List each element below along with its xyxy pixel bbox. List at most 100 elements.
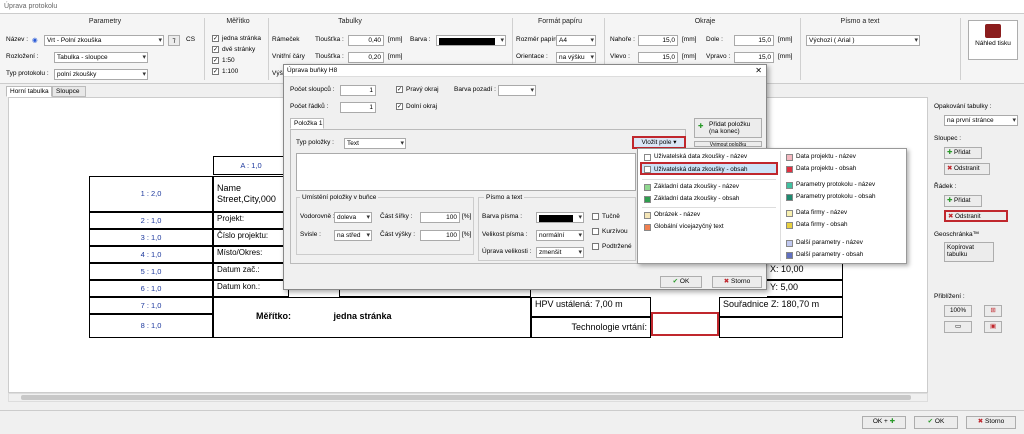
- barva-pisma-select[interactable]: [536, 212, 584, 223]
- pct-unit: [%]: [462, 213, 472, 220]
- ok-button[interactable]: ✔ OK: [914, 416, 958, 429]
- x-cell[interactable]: X: 10,00: [767, 262, 843, 280]
- tab-sloupce[interactable]: Sloupce: [52, 86, 86, 97]
- y-cell[interactable]: Y: 5,00: [767, 280, 843, 297]
- checkbox-dve-stranky[interactable]: ✓: [212, 46, 219, 53]
- zoom-100-button[interactable]: 100%: [944, 305, 972, 317]
- dialog-ok-button[interactable]: ✔ OK: [660, 276, 702, 288]
- menu-item-zakl-nazev[interactable]: Základní data zkoušky - název: [642, 183, 739, 191]
- typ-polozky-select[interactable]: Text: [344, 138, 406, 149]
- rozlozeni-select[interactable]: Tabulka - sloupce: [54, 52, 148, 63]
- row-header[interactable]: 5 : 1,0: [89, 263, 213, 280]
- tab-horni-tabulka[interactable]: Horní tabulka: [6, 86, 52, 97]
- pravy-okraj-checkbox[interactable]: ✓: [396, 86, 403, 93]
- tucne-checkbox[interactable]: [592, 213, 599, 220]
- opakovani-select[interactable]: na první stránce: [944, 115, 1018, 126]
- vodorovne-select[interactable]: doleva: [334, 212, 372, 223]
- h8-cell-highlighted[interactable]: [651, 312, 719, 336]
- vlevo-input[interactable]: 15,0: [638, 52, 678, 63]
- souradnice-cell[interactable]: Souřadnice Z: 180,70 m: [719, 297, 843, 317]
- typ-polozky-label: Typ položky :: [296, 139, 334, 146]
- datum-zac-cell[interactable]: Datum zač.:: [213, 263, 289, 280]
- checkbox-1-50[interactable]: ✓: [212, 57, 219, 64]
- pismo-select[interactable]: Výchozí ( Arial ): [806, 35, 920, 46]
- menu-item-proj-nazev[interactable]: Data projektu - název: [784, 153, 856, 161]
- menu-item-obrazek[interactable]: Obrázek - název: [642, 211, 700, 219]
- remove-row-button[interactable]: ✖ Odstranit: [944, 210, 1008, 222]
- pocet-radku-input[interactable]: 1: [340, 102, 376, 113]
- kurzivou-checkbox[interactable]: [592, 228, 599, 235]
- velikost-select[interactable]: normální: [536, 230, 584, 241]
- close-icon[interactable]: ✕: [755, 66, 762, 75]
- menu-item-param-nazev[interactable]: Parametry protokolu - název: [784, 181, 875, 189]
- copy-table-button[interactable]: Kopírovat tabulku: [944, 242, 994, 262]
- nazev-select[interactable]: Vrt - Polní zkouška: [44, 35, 164, 46]
- checkbox-jedna-stranka[interactable]: ✓: [212, 35, 219, 42]
- barva-pozadi-select[interactable]: [498, 85, 536, 96]
- zoom-fit-icon[interactable]: ⊞: [984, 305, 1002, 317]
- checkbox-1-100[interactable]: ✓: [212, 68, 219, 75]
- typ-protokolu-select[interactable]: polní zkoušky: [54, 69, 148, 80]
- pocet-sloupcu-input[interactable]: 1: [340, 85, 376, 96]
- ok-plus-button[interactable]: OK + ✚: [862, 416, 906, 429]
- cast-sirky-input[interactable]: 100: [420, 212, 460, 223]
- add-row-button[interactable]: ✚ Přidat: [944, 195, 982, 207]
- menu-item-uziv-obsah[interactable]: Uživatelská data zkoušky - obsah: [640, 162, 778, 175]
- svisle-select[interactable]: na střed: [334, 230, 372, 241]
- datum-kon-cell[interactable]: Datum kon.:: [213, 280, 289, 297]
- dialog-storno-button[interactable]: ✖ Storno: [712, 276, 762, 288]
- vnitrni-tloustka-input[interactable]: 0,20: [348, 52, 384, 63]
- misto-cell[interactable]: Místo/Okres:: [213, 246, 289, 263]
- menu-item-dalsi-nazev[interactable]: Další parametry - název: [784, 239, 863, 247]
- name-cell[interactable]: Name Street,City,000: [213, 176, 289, 212]
- globe-icon[interactable]: ◉: [32, 36, 38, 44]
- vyjmout-polozku-button[interactable]: Vyjmout položku: [694, 141, 762, 147]
- row-header[interactable]: 1 : 2,0: [89, 176, 213, 212]
- uprava-select[interactable]: zmenšit: [536, 247, 584, 258]
- row-header[interactable]: 8 : 1,0: [89, 314, 213, 338]
- language-icon[interactable]: ⁊: [168, 35, 180, 46]
- rozmer-select[interactable]: A4: [556, 35, 596, 46]
- zoom-width-icon[interactable]: ▣: [984, 321, 1002, 333]
- ramecek-tloustka-input[interactable]: 0,40: [348, 35, 384, 46]
- empty-cell[interactable]: [719, 317, 843, 338]
- row-header[interactable]: 3 : 1,0: [89, 229, 213, 246]
- dolni-okraj-checkbox[interactable]: ✓: [396, 103, 403, 110]
- nahore-input[interactable]: 15,0: [638, 35, 678, 46]
- meritko-cell[interactable]: Měřítko: jedna stránka: [213, 297, 531, 338]
- row-header[interactable]: 6 : 1,0: [89, 280, 213, 297]
- technologie-cell[interactable]: Technologie vrtání:: [531, 317, 651, 338]
- dole-input[interactable]: 15,0: [734, 35, 774, 46]
- menu-item-proj-obsah[interactable]: Data projektu - obsah: [784, 165, 856, 173]
- vpravo-input[interactable]: 15,0: [734, 52, 774, 63]
- storno-button[interactable]: ✖ Storno: [966, 416, 1016, 429]
- column-header-a[interactable]: A : 1,0: [213, 156, 289, 175]
- row-header[interactable]: 4 : 1,0: [89, 246, 213, 263]
- zoom-page-icon[interactable]: ▭: [944, 321, 972, 333]
- orientace-select[interactable]: na výšku: [556, 52, 596, 63]
- menu-item-firmy-nazev[interactable]: Data firmy - název: [784, 209, 847, 217]
- kurzivou-label: Kurzívou: [602, 228, 628, 235]
- pridat-polozku-button[interactable]: ✚ Přidat položku (na konec): [694, 118, 762, 138]
- menu-item-uziv-nazev[interactable]: Uživatelská data zkoušky - název: [642, 153, 747, 161]
- horizontal-scrollbar[interactable]: [8, 393, 928, 402]
- scroll-thumb[interactable]: [21, 395, 911, 400]
- text-value-area[interactable]: [296, 153, 636, 191]
- projekt-cell[interactable]: Projekt:: [213, 212, 289, 229]
- hpv-cell[interactable]: HPV ustálená: 7,00 m: [531, 297, 651, 317]
- menu-item-zakl-obsah[interactable]: Základní data zkoušky - obsah: [642, 195, 739, 203]
- cast-vysky-input[interactable]: 100: [420, 230, 460, 241]
- podtrzene-checkbox[interactable]: [592, 243, 599, 250]
- remove-column-button[interactable]: ✖ Odstranit: [944, 163, 990, 175]
- tab-polozka-1[interactable]: Položka 1: [290, 118, 324, 129]
- row-header[interactable]: 7 : 1,0: [89, 297, 213, 314]
- menu-item-param-obsah[interactable]: Parametry protokolu - obsah: [784, 193, 875, 201]
- row-header[interactable]: 2 : 1,0: [89, 212, 213, 229]
- ramecek-barva-select[interactable]: [436, 35, 506, 46]
- preview-button[interactable]: Náhled tisku: [968, 20, 1018, 60]
- add-column-button[interactable]: ✚ Přidat: [944, 147, 982, 159]
- cislo-projektu-cell[interactable]: Číslo projektu:: [213, 229, 289, 246]
- menu-item-globalni[interactable]: Globální vícejazyčný text: [642, 223, 724, 231]
- menu-item-firmy-obsah[interactable]: Data firmy - obsah: [784, 221, 847, 229]
- menu-item-dalsi-obsah[interactable]: Další parametry - obsah: [784, 251, 863, 259]
